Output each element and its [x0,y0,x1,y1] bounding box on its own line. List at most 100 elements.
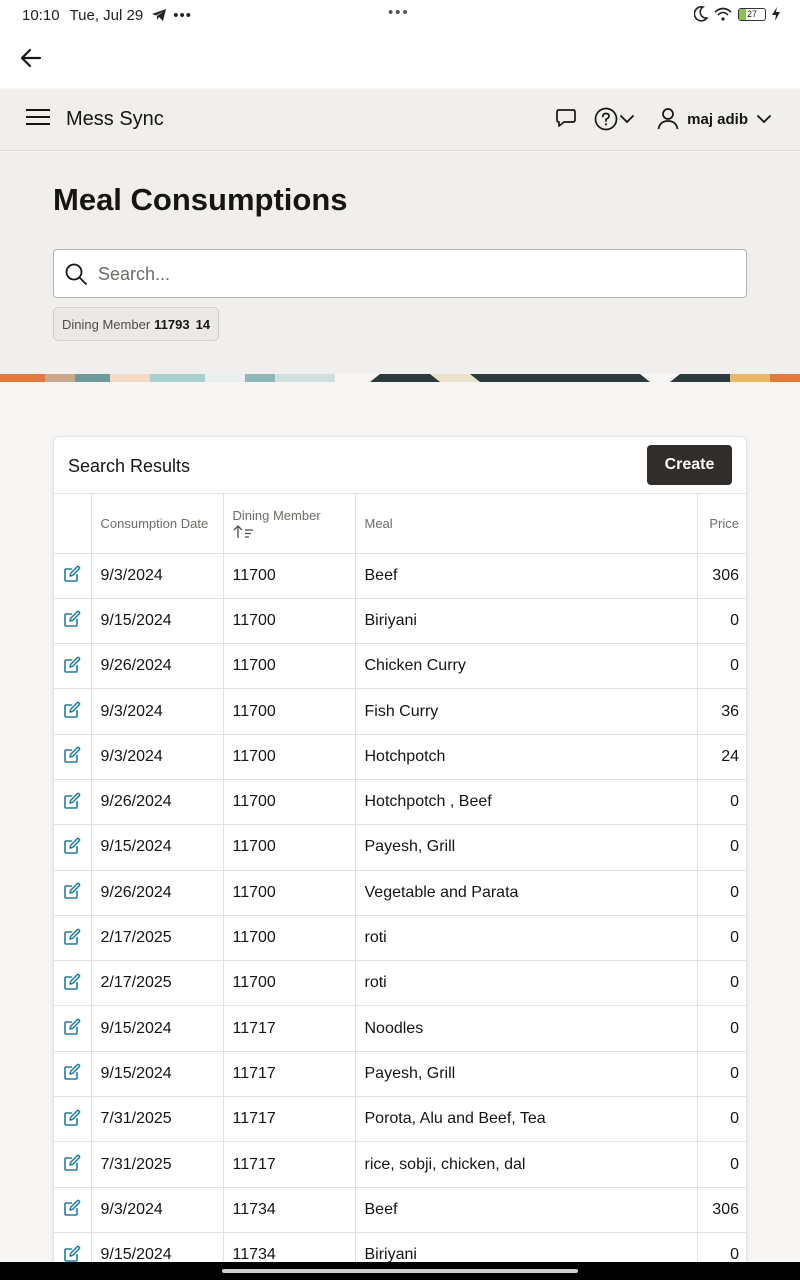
user-name[interactable]: maj adib [687,111,748,128]
col-dining-member[interactable]: Dining Member [223,494,356,554]
user-icon[interactable] [655,106,681,132]
table-row[interactable]: 7/31/2025 11717 rice, sobji, chicken, dal 0 [54,1141,746,1188]
edit-cell [54,643,92,690]
edit-cell [54,1005,92,1052]
edit-icon[interactable] [63,610,81,628]
edit-icon[interactable] [63,1199,81,1217]
edit-cell [54,688,92,735]
cell-meal: rice, sobji, chicken, dal [355,1141,698,1188]
arrow-left-icon[interactable] [18,45,44,71]
edit-icon[interactable] [63,928,81,946]
cell-consumption-date: 7/31/2025 [91,1096,224,1143]
cell-price: 36 [697,688,746,735]
edit-icon[interactable] [63,746,81,764]
filter-label: Dining Member [62,316,151,332]
edit-icon[interactable] [63,701,81,719]
cell-consumption-date: 9/15/2024 [91,1051,224,1098]
edit-icon[interactable] [63,837,81,855]
table-row[interactable]: 7/31/2025 11717 Porota, Alu and Beef, Tea 0 [54,1096,746,1143]
user-menu-chevron-icon[interactable] [756,106,772,132]
edit-icon[interactable] [63,792,81,810]
create-button[interactable]: Create [647,445,732,485]
app-title[interactable]: Mess Sync [66,108,164,131]
cell-consumption-date: 9/15/2024 [91,598,224,645]
moon-icon [694,6,708,22]
col-meal[interactable]: Meal [355,494,698,554]
edit-cell [54,870,92,916]
cell-price: 306 [697,1187,746,1233]
sort-ascending-icon[interactable] [233,524,255,539]
cell-price: 0 [697,1096,746,1143]
cell-consumption-date: 9/3/2024 [91,688,224,735]
search-box[interactable] [53,249,747,298]
telegram-icon [152,9,167,21]
table-row[interactable]: 9/15/2024 11700 Payesh, Grill 0 [54,824,746,871]
edit-icon[interactable] [63,656,81,674]
edit-icon[interactable] [63,1154,81,1172]
cell-price: 0 [697,1005,746,1052]
table-row[interactable]: 2/17/2025 11700 roti 0 [54,915,746,962]
col-dining-member-label: Dining Member [232,508,321,524]
search-input[interactable] [98,258,728,290]
hamburger-icon[interactable] [26,109,50,131]
edit-cell [54,824,92,871]
edit-cell [54,960,92,1007]
table-body: 9/3/2024 11700 Beef 306 9/15/2024 11700 Biriya… [54,553,746,1279]
table-row[interactable]: 9/26/2024 11700 Hotchpotch , Beef 0 [54,779,746,826]
table-row[interactable]: 9/3/2024 11734 Beef 306 [54,1187,746,1233]
table-row[interactable]: 9/15/2024 11717 Noodles 0 [54,1005,746,1052]
cell-meal: roti [355,960,698,1007]
cell-price: 0 [697,1051,746,1098]
edit-icon[interactable] [63,1245,81,1263]
edit-icon[interactable] [63,1063,81,1081]
cell-dining-member: 11700 [223,824,356,871]
edit-cell [54,1141,92,1188]
cell-price: 0 [697,643,746,690]
col-consumption-date[interactable]: Consumption Date [91,494,224,554]
table-row[interactable]: 9/15/2024 11717 Payesh, Grill 0 [54,1051,746,1098]
edit-cell [54,598,92,645]
page-title: Meal Consumptions [53,182,348,217]
table-row[interactable]: 9/26/2024 11700 Vegetable and Parata 0 [54,870,746,916]
cell-meal: roti [355,915,698,962]
edit-icon[interactable] [63,1018,81,1036]
chat-bubble-icon[interactable] [553,106,579,132]
cell-meal: Beef [355,553,698,599]
cell-price: 306 [697,553,746,599]
cell-consumption-date: 9/3/2024 [91,1187,224,1233]
status-overflow: ••• [173,6,192,24]
edit-cell [54,915,92,962]
cell-consumption-date: 9/3/2024 [91,553,224,599]
col-price[interactable]: Price [697,494,746,554]
edit-icon[interactable] [63,882,81,900]
table-header-row: Consumption Date Dining Member Meal Pric… [54,494,746,554]
android-nav-bar [0,1262,800,1280]
table-row[interactable]: 9/15/2024 11700 Biriyani 0 [54,598,746,645]
edit-icon[interactable] [63,973,81,991]
cell-meal: Chicken Curry [355,643,698,690]
edit-icon[interactable] [63,1109,81,1127]
cell-dining-member: 11717 [223,1051,356,1098]
cell-consumption-date: 9/15/2024 [91,1005,224,1052]
cell-dining-member: 11717 [223,1096,356,1143]
search-icon [65,263,87,285]
edit-cell [54,1051,92,1098]
table-row[interactable]: 9/26/2024 11700 Chicken Curry 0 [54,643,746,690]
table-row[interactable]: 9/3/2024 11700 Fish Curry 36 [54,688,746,735]
help-circle-icon[interactable] [593,106,619,132]
cell-dining-member: 11700 [223,688,356,735]
table-row[interactable]: 9/3/2024 11700 Beef 306 [54,553,746,599]
search-results-card: Search Results Create Consumption Date D… [53,436,747,1280]
filter-chip-dining-member[interactable]: Dining Member 11793 14 [53,307,220,341]
table-row[interactable]: 2/17/2025 11700 roti 0 [54,960,746,1007]
table-row[interactable]: 9/3/2024 11700 Hotchpotch 24 [54,734,746,780]
edit-icon[interactable] [63,565,81,583]
cell-meal: Hotchpotch , Beef [355,779,698,826]
filter-value: 11793 [154,316,190,332]
home-gesture-pill[interactable] [222,1269,578,1273]
cell-meal: Payesh, Grill [355,824,698,871]
cell-price: 0 [697,870,746,916]
cell-meal: Hotchpotch [355,734,698,780]
cell-price: 0 [697,915,746,962]
chevron-down-icon[interactable] [619,106,635,132]
